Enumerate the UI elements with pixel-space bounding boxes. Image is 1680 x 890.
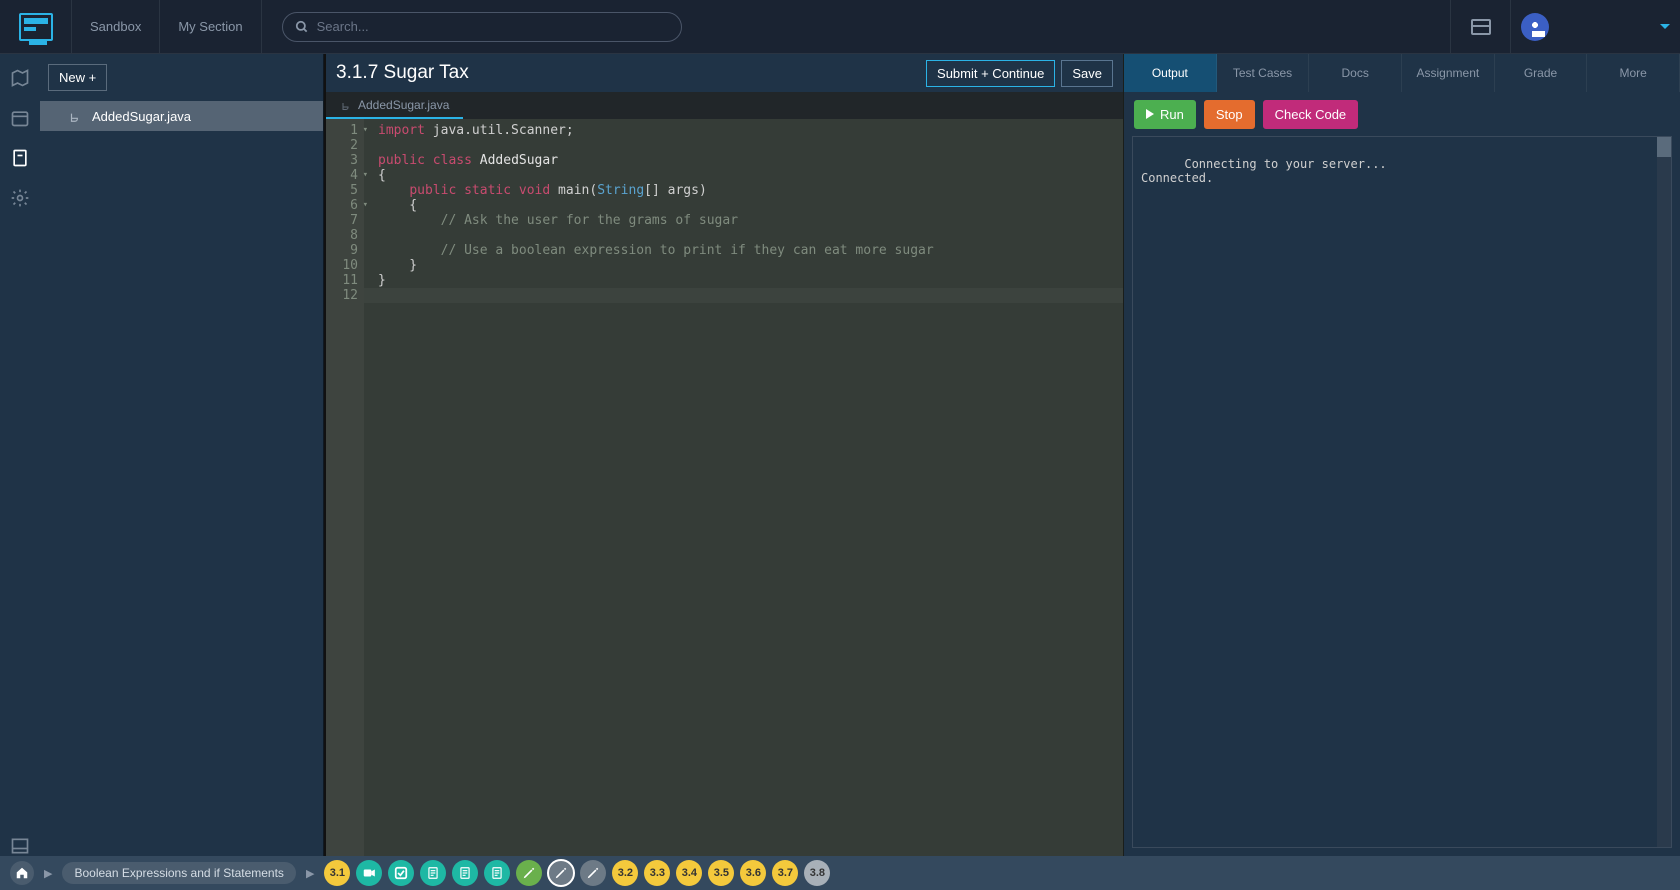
action-row: Run Stop Check Code <box>1124 92 1680 136</box>
console-scrollbar[interactable] <box>1657 137 1671 847</box>
lesson-node[interactable] <box>484 860 510 886</box>
code-editor[interactable]: 123456789101112 import java.util.Scanner… <box>326 119 1123 856</box>
doc-icon <box>426 866 440 880</box>
lesson-node[interactable] <box>548 860 574 886</box>
calendar-icon[interactable] <box>10 108 30 128</box>
home-icon <box>15 866 29 880</box>
console-output[interactable]: Connecting to your server... Connected. <box>1132 136 1672 848</box>
editor-column: 3.1.7 Sugar Tax Submit + Continue Save A… <box>324 54 1124 856</box>
code-lines[interactable]: import java.util.Scanner; public class A… <box>364 119 1123 856</box>
avatar <box>1521 13 1549 41</box>
lesson-node[interactable] <box>388 860 414 886</box>
tab-test-cases[interactable]: Test Cases <box>1217 54 1310 92</box>
home-button[interactable] <box>10 861 34 885</box>
panel-bottom-icon[interactable] <box>10 836 30 856</box>
lesson-node[interactable]: 3.2 <box>612 860 638 886</box>
right-tabs: Output Test Cases Docs Assignment Grade … <box>1124 54 1680 92</box>
icon-sidebar <box>0 54 40 856</box>
lesson-node[interactable]: 3.1 <box>324 860 350 886</box>
layout-toggle[interactable] <box>1450 0 1510 54</box>
top-nav: Sandbox My Section <box>0 0 1680 54</box>
pencil-icon <box>522 866 536 880</box>
gear-icon[interactable] <box>10 188 30 208</box>
file-panel: New + AddedSugar.java <box>40 54 324 856</box>
chevron-down-icon <box>1660 24 1670 29</box>
right-panel: Output Test Cases Docs Assignment Grade … <box>1124 54 1680 856</box>
console-scroll-thumb[interactable] <box>1657 137 1671 157</box>
search-box[interactable] <box>282 12 682 42</box>
nav-sandbox[interactable]: Sandbox <box>72 0 160 54</box>
lesson-node[interactable] <box>420 860 446 886</box>
console-text: Connecting to your server... Connected. <box>1141 157 1387 185</box>
file-tab-label: AddedSugar.java <box>358 98 449 112</box>
check-icon <box>394 866 408 880</box>
panel-icon <box>1471 19 1491 35</box>
run-label: Run <box>1160 107 1184 122</box>
search-icon <box>295 20 309 34</box>
lesson-node-strip: 3.1 3.23.33.43.53.63.73.8 <box>324 860 830 886</box>
lesson-node[interactable] <box>356 860 382 886</box>
file-tabs: AddedSugar.java <box>326 92 1123 119</box>
lesson-node[interactable]: 3.4 <box>676 860 702 886</box>
lesson-node[interactable] <box>452 860 478 886</box>
lesson-node[interactable] <box>580 860 606 886</box>
pencil-icon <box>554 866 568 880</box>
check-code-button[interactable]: Check Code <box>1263 100 1359 129</box>
breadcrumb-separator: ▶ <box>40 867 56 880</box>
file-tab[interactable]: AddedSugar.java <box>326 92 463 119</box>
save-button[interactable]: Save <box>1061 60 1113 87</box>
lesson-node[interactable] <box>516 860 542 886</box>
doc-icon <box>458 866 472 880</box>
submit-button[interactable]: Submit + Continue <box>926 60 1055 87</box>
user-menu[interactable] <box>1510 0 1680 54</box>
breadcrumb-separator: ▶ <box>302 867 318 880</box>
tab-output[interactable]: Output <box>1124 54 1217 92</box>
java-icon <box>340 99 352 111</box>
files-icon[interactable] <box>10 148 30 168</box>
map-icon[interactable] <box>10 68 30 88</box>
search-wrap <box>282 12 682 42</box>
lesson-node[interactable]: 3.6 <box>740 860 766 886</box>
main: New + AddedSugar.java 3.1.7 Sugar Tax Su… <box>0 54 1680 856</box>
video-icon <box>362 866 376 880</box>
file-item[interactable]: AddedSugar.java <box>40 101 323 131</box>
editor-header: 3.1.7 Sugar Tax Submit + Continue Save <box>326 54 1123 92</box>
file-item-label: AddedSugar.java <box>92 109 191 124</box>
new-file-button[interactable]: New + <box>48 64 107 91</box>
pencil-icon <box>586 866 600 880</box>
bottom-nav: ▶ Boolean Expressions and if Statements … <box>0 856 1680 890</box>
line-gutter: 123456789101112 <box>326 119 364 856</box>
nav-my-section[interactable]: My Section <box>160 0 261 54</box>
doc-icon <box>490 866 504 880</box>
lesson-node[interactable]: 3.5 <box>708 860 734 886</box>
assignment-title: 3.1.7 Sugar Tax <box>336 62 469 84</box>
java-file-icon <box>68 109 82 123</box>
lesson-node[interactable]: 3.7 <box>772 860 798 886</box>
lesson-node[interactable]: 3.8 <box>804 860 830 886</box>
play-icon <box>1146 109 1154 119</box>
tab-docs[interactable]: Docs <box>1309 54 1402 92</box>
search-input[interactable] <box>317 19 669 34</box>
lesson-node[interactable]: 3.3 <box>644 860 670 886</box>
tab-grade[interactable]: Grade <box>1495 54 1588 92</box>
tab-more[interactable]: More <box>1587 54 1680 92</box>
stop-button[interactable]: Stop <box>1204 100 1255 129</box>
tab-assignment[interactable]: Assignment <box>1402 54 1495 92</box>
run-button[interactable]: Run <box>1134 100 1196 129</box>
logo[interactable] <box>0 0 72 54</box>
breadcrumb-unit[interactable]: Boolean Expressions and if Statements <box>62 862 295 884</box>
